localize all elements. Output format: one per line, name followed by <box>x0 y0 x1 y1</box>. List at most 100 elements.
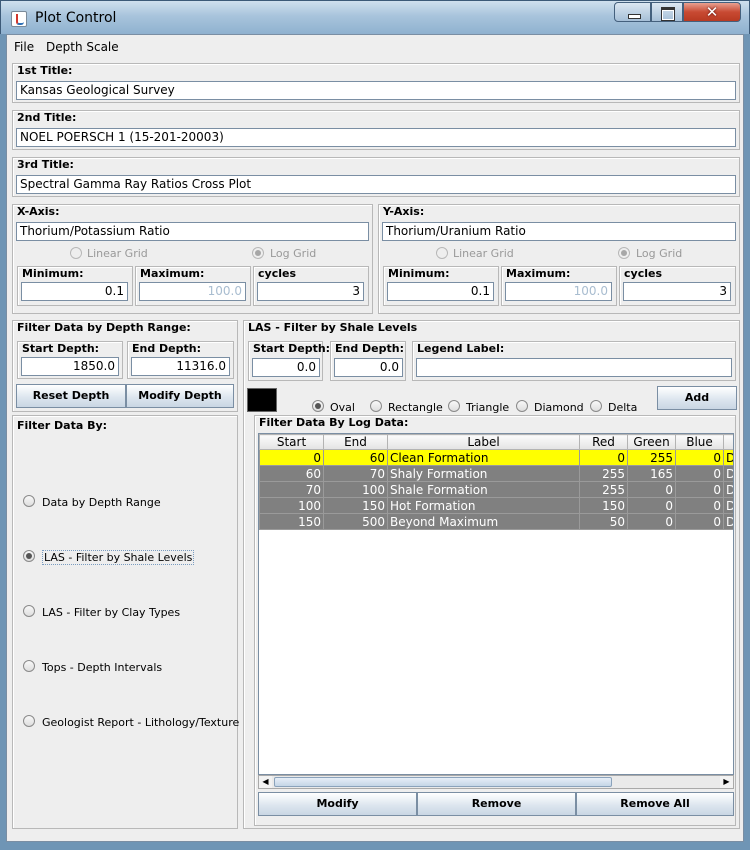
cell-blue: 0 <box>675 465 724 482</box>
filter-by-radio[interactable] <box>23 605 35 617</box>
legend-label-field[interactable] <box>416 358 732 377</box>
y-linear-grid-radio[interactable] <box>436 247 448 259</box>
cell-label: Shale Formation <box>387 481 580 498</box>
filter-by-radio[interactable] <box>23 495 35 507</box>
menu-bar: File Depth Scale <box>7 35 743 57</box>
x-log-grid-label: Log Grid <box>270 247 317 260</box>
second-title-label: 2nd Title: <box>17 111 77 124</box>
y-log-grid-label: Log Grid <box>636 247 683 260</box>
start-depth-label: Start Depth: <box>22 342 100 355</box>
table-row[interactable]: 150500Beyond Maximum5000D <box>259 513 733 530</box>
modify-button[interactable]: Modify <box>258 792 417 816</box>
second-title-field[interactable]: NOEL POERSCH 1 (15-201-20003) <box>16 128 736 147</box>
start-depth-field[interactable]: 1850.0 <box>21 357 119 376</box>
shape-radio-diamond[interactable] <box>516 400 528 412</box>
cell-label: Shaly Formation <box>387 465 580 482</box>
title-bar[interactable]: Plot Control ✕ <box>0 0 750 34</box>
las-shale-group: LAS - Filter by Shale Levels Start Depth… <box>243 320 740 829</box>
table-row[interactable]: 70100Shale Formation25500D <box>259 481 733 498</box>
x-linear-grid-radio[interactable] <box>70 247 82 259</box>
cell-red: 50 <box>579 513 628 530</box>
add-button[interactable]: Add <box>657 386 737 410</box>
scroll-left-arrow-icon[interactable]: ◀ <box>259 776 272 788</box>
scroll-thumb[interactable] <box>274 777 612 787</box>
column-header[interactable]: Blue <box>675 434 724 450</box>
column-header[interactable]: Red <box>579 434 628 450</box>
x-cycles-label: cycles <box>258 267 296 280</box>
cell-label: Hot Formation <box>387 497 580 514</box>
color-swatch[interactable] <box>247 388 277 412</box>
cell-label: Beyond Maximum <box>387 513 580 530</box>
remove-all-button[interactable]: Remove All <box>576 792 734 816</box>
y-max-field[interactable]: 100.0 <box>505 282 612 301</box>
x-min-label: Minimum: <box>22 267 84 280</box>
menu-depth-scale[interactable]: Depth Scale <box>46 40 119 54</box>
y-max-label: Maximum: <box>506 267 571 280</box>
y-min-field[interactable]: 0.1 <box>387 282 494 301</box>
x-log-grid-radio[interactable] <box>252 247 264 259</box>
column-header[interactable] <box>723 434 733 450</box>
end-depth-field[interactable]: 11316.0 <box>131 357 230 376</box>
cell-end: 60 <box>323 449 388 466</box>
x-cycles-field[interactable]: 3 <box>257 282 364 301</box>
cell-blue: 0 <box>675 513 724 530</box>
x-max-field[interactable]: 100.0 <box>139 282 246 301</box>
filter-by-option-label: Geologist Report - Lithology/Texture <box>42 716 240 729</box>
column-header[interactable]: End <box>323 434 388 450</box>
scroll-right-arrow-icon[interactable]: ▶ <box>720 776 733 788</box>
table-row[interactable]: 100150Hot Formation15000D <box>259 497 733 514</box>
y-linear-grid-label: Linear Grid <box>453 247 514 260</box>
minimize-button[interactable] <box>614 2 651 22</box>
client-area: File Depth Scale 1st Title: Kansas Geolo… <box>6 34 744 842</box>
las-start-depth-label: Start Depth: <box>253 342 331 355</box>
close-button[interactable]: ✕ <box>683 2 741 22</box>
filter-by-radio[interactable] <box>23 550 35 562</box>
column-header[interactable]: Green <box>627 434 676 450</box>
y-cycles-label: cycles <box>624 267 662 280</box>
column-header[interactable]: Label <box>387 434 580 450</box>
third-title-field[interactable]: Spectral Gamma Ray Ratios Cross Plot <box>16 175 736 194</box>
shape-radio-triangle[interactable] <box>448 400 460 412</box>
cell-green: 0 <box>627 481 676 498</box>
remove-button[interactable]: Remove <box>417 792 576 816</box>
cell-extra: D <box>723 513 733 530</box>
cell-label: Clean Formation <box>387 449 580 466</box>
las-end-depth-field[interactable]: 0.0 <box>334 358 403 377</box>
cell-green: 255 <box>627 449 676 466</box>
y-axis-title-field[interactable]: Thorium/Uranium Ratio <box>382 222 736 241</box>
end-depth-label: End Depth: <box>132 342 202 355</box>
shape-label-rectangle: Rectangle <box>388 401 443 414</box>
legend-label-group: Legend Label: <box>412 341 736 381</box>
x-max-label: Maximum: <box>140 267 205 280</box>
shape-radio-delta[interactable] <box>590 400 602 412</box>
y-cycles-field[interactable]: 3 <box>623 282 731 301</box>
cell-start: 150 <box>259 513 324 530</box>
table-row[interactable]: 6070Shaly Formation2551650D <box>259 465 733 482</box>
java-app-icon <box>11 11 27 27</box>
cell-start: 60 <box>259 465 324 482</box>
shape-label-triangle: Triangle <box>466 401 510 414</box>
y-cycles-group: cycles 3 <box>619 266 736 306</box>
filter-by-radio[interactable] <box>23 660 35 672</box>
filter-by-option-label: Data by Depth Range <box>42 496 161 509</box>
first-title-field[interactable]: Kansas Geological Survey <box>16 81 736 100</box>
shape-radio-oval[interactable] <box>312 400 324 412</box>
las-start-depth-field[interactable]: 0.0 <box>252 358 320 377</box>
log-data-table[interactable]: Start End Label Red Green Blue 0 60 Clean Forma… <box>259 434 733 530</box>
column-header[interactable]: Start <box>259 434 324 450</box>
log-data-label: Filter Data By Log Data: <box>259 416 409 429</box>
modify-depth-button[interactable]: Modify Depth <box>126 384 234 408</box>
third-title-label: 3rd Title: <box>17 158 74 171</box>
x-axis-group: X-Axis: Thorium/Potassium Ratio Linear G… <box>12 204 373 314</box>
shape-radio-rectangle[interactable] <box>370 400 382 412</box>
x-min-field[interactable]: 0.1 <box>21 282 128 301</box>
plot-control-window: Plot Control ✕ File Depth Scale 1st Titl… <box>0 0 750 850</box>
maximize-button[interactable] <box>651 2 683 22</box>
x-axis-title-field[interactable]: Thorium/Potassium Ratio <box>16 222 369 241</box>
table-row[interactable]: 060Clean Formation02550D <box>259 449 733 466</box>
reset-depth-button[interactable]: Reset Depth <box>16 384 126 408</box>
y-log-grid-radio[interactable] <box>618 247 630 259</box>
filter-by-radio[interactable] <box>23 715 35 727</box>
table-horizontal-scrollbar[interactable]: ◀ ▶ <box>258 775 734 789</box>
menu-file[interactable]: File <box>14 40 34 54</box>
